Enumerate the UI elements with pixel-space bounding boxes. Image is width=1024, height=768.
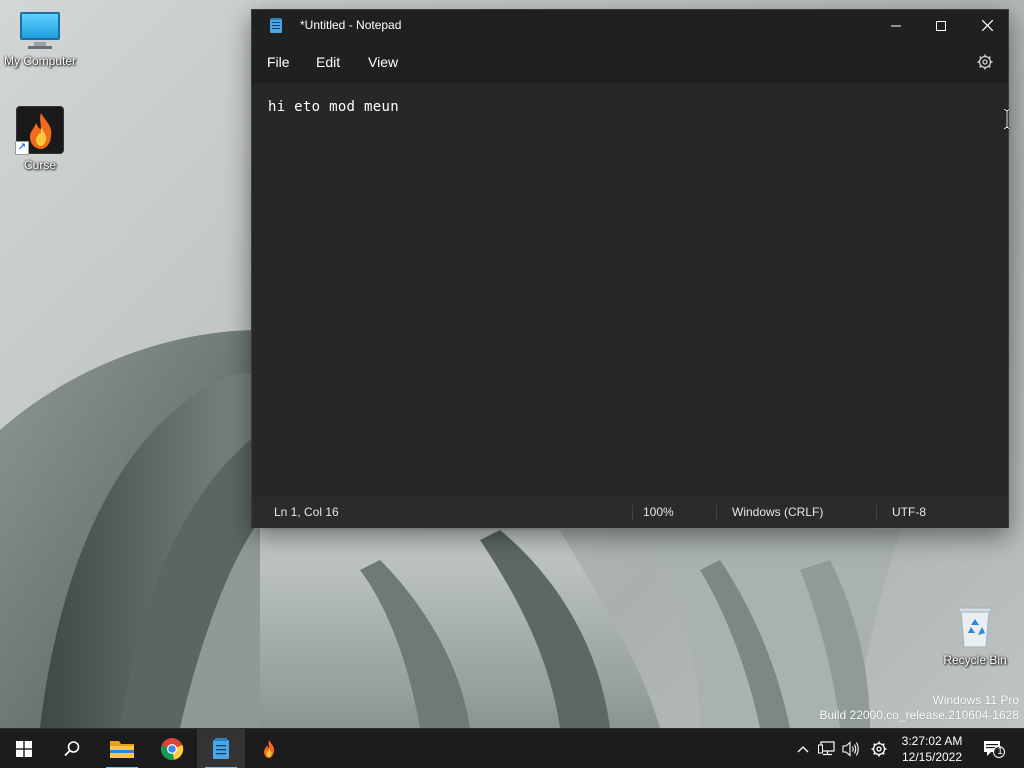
- clock-time: 3:27:02 AM: [901, 734, 963, 748]
- taskbar: 3:27:02 AM 12/15/2022 1: [0, 728, 1024, 768]
- settings-gear-icon[interactable]: [976, 53, 994, 71]
- tray-volume[interactable]: [841, 739, 861, 759]
- menu-file[interactable]: File: [267, 54, 290, 70]
- tray-network[interactable]: [817, 739, 837, 759]
- network-icon: [818, 741, 835, 756]
- text-editor[interactable]: hi eto mod meun: [252, 83, 1008, 497]
- computer-icon: [18, 10, 62, 50]
- status-separator: [716, 505, 717, 521]
- speaker-icon: [842, 741, 859, 757]
- minimize-icon: [891, 25, 901, 26]
- status-encoding: UTF-8: [892, 505, 926, 519]
- status-bar: Ln 1, Col 16 100% Windows (CRLF) UTF-8: [252, 497, 1008, 528]
- clock-date: 12/15/2022: [901, 750, 963, 764]
- status-line-ending: Windows (CRLF): [732, 505, 824, 519]
- taskbar-clock[interactable]: 3:27:02 AM 12/15/2022: [896, 733, 968, 765]
- chevron-up-icon: [797, 746, 809, 753]
- desktop-icon-label: Curse: [23, 158, 56, 172]
- menu-edit[interactable]: Edit: [316, 54, 340, 70]
- taskbar-chrome[interactable]: [148, 729, 196, 768]
- notification-count-badge: 1: [997, 746, 1003, 757]
- text-cursor-icon: [1003, 108, 1011, 130]
- editor-content[interactable]: hi eto mod meun: [268, 99, 399, 115]
- shortcut-arrow-icon: ↗: [15, 141, 29, 155]
- watermark-edition: Windows 11 Pro: [932, 693, 1019, 707]
- gear-icon: [871, 741, 887, 757]
- title-bar[interactable]: *Untitled - Notepad: [252, 10, 1008, 41]
- window-title: *Untitled - Notepad: [300, 18, 402, 32]
- status-separator: [876, 505, 877, 521]
- notepad-icon: [270, 18, 282, 33]
- watermark-build: Build 22000.co_release.210604-1628: [819, 708, 1020, 722]
- desktop-icon-curse[interactable]: ↗ Curse: [0, 106, 80, 172]
- maximize-icon: [936, 20, 946, 31]
- windows-logo-icon: [16, 741, 32, 757]
- tray-overflow-chevron[interactable]: [793, 739, 813, 759]
- taskbar-notepad[interactable]: [197, 729, 245, 768]
- folder-icon: [110, 741, 134, 758]
- minimize-button[interactable]: [873, 10, 919, 41]
- close-icon: [981, 20, 993, 31]
- menu-bar: File Edit View: [252, 41, 1008, 83]
- notepad-window[interactable]: *Untitled - Notepad File Edit View hi et…: [251, 9, 1011, 528]
- search-icon: [64, 741, 80, 757]
- notification-center-button[interactable]: 1: [982, 738, 1006, 760]
- menu-view[interactable]: View: [368, 54, 398, 70]
- notepad-icon: [213, 738, 229, 759]
- desktop-icon-label: Recycle Bin: [943, 653, 1007, 667]
- desktop-icon-label: My Computer: [3, 54, 77, 68]
- windows-watermark: Windows 11 Pro Build 22000.co_release.21…: [820, 693, 1020, 723]
- status-separator: [632, 505, 633, 521]
- start-button[interactable]: [0, 729, 48, 768]
- status-zoom: 100%: [643, 505, 674, 519]
- taskbar-curse[interactable]: [245, 729, 293, 768]
- tray-settings[interactable]: [869, 739, 889, 759]
- taskbar-file-explorer[interactable]: [98, 729, 146, 768]
- flame-icon: [264, 740, 275, 758]
- recycle-bin-icon: [955, 605, 995, 649]
- chrome-icon: [161, 738, 184, 760]
- close-button[interactable]: [964, 10, 1010, 41]
- maximize-button[interactable]: [918, 10, 964, 41]
- status-position: Ln 1, Col 16: [274, 505, 339, 519]
- flame-icon: ↗: [15, 106, 64, 155]
- search-button[interactable]: [48, 729, 96, 768]
- desktop-icon-recycle-bin[interactable]: Recycle Bin: [935, 605, 1015, 667]
- desktop-icon-my-computer[interactable]: My Computer: [0, 10, 80, 68]
